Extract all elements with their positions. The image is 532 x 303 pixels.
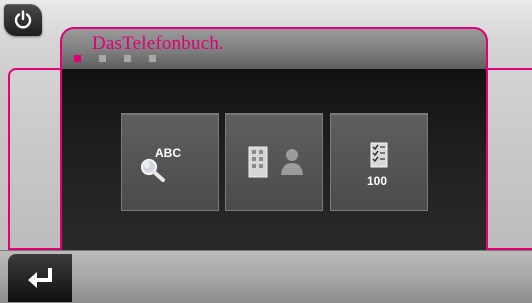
back-button[interactable] [8, 254, 72, 302]
building-icon [248, 146, 268, 178]
power-button[interactable] [4, 4, 42, 36]
person-icon [281, 149, 303, 175]
bottom-bar [0, 250, 532, 303]
business-search-button[interactable] [225, 113, 323, 211]
right-side-panel [484, 68, 532, 250]
power-icon [14, 10, 32, 29]
result-count-button[interactable]: 100 [330, 113, 428, 211]
tile-label-count: 100 [367, 174, 388, 188]
card-header: DasTelefonbuch. [62, 29, 486, 70]
page-dot[interactable] [124, 55, 131, 62]
checklist-icon [370, 142, 388, 168]
magnifier-icon [140, 158, 165, 182]
search-by-name-button[interactable]: ABC [121, 113, 219, 211]
return-arrow-icon [28, 268, 52, 288]
page-dot-active[interactable] [74, 55, 81, 62]
page-dot[interactable] [149, 55, 156, 62]
page-dot[interactable] [99, 55, 106, 62]
phonebook-card: DasTelefonbuch. ABC 100 [60, 27, 488, 252]
brand-title: DasTelefonbuch. [92, 33, 224, 54]
page-indicator [74, 55, 174, 62]
